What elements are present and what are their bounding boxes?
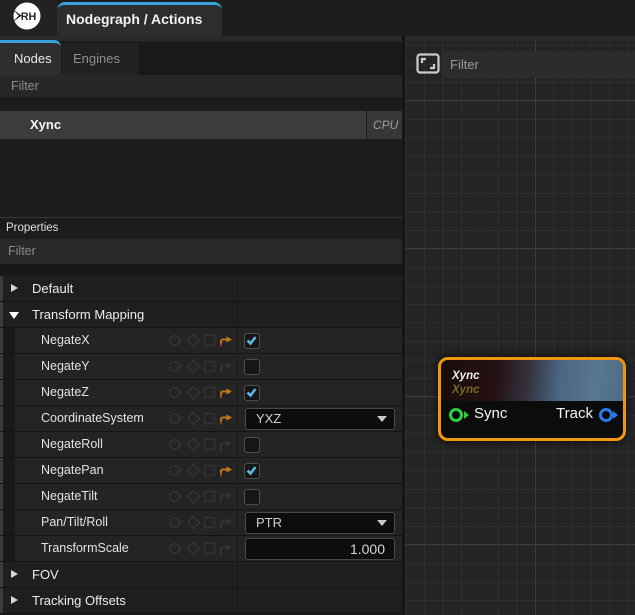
svg-text:RH: RH	[21, 11, 37, 23]
